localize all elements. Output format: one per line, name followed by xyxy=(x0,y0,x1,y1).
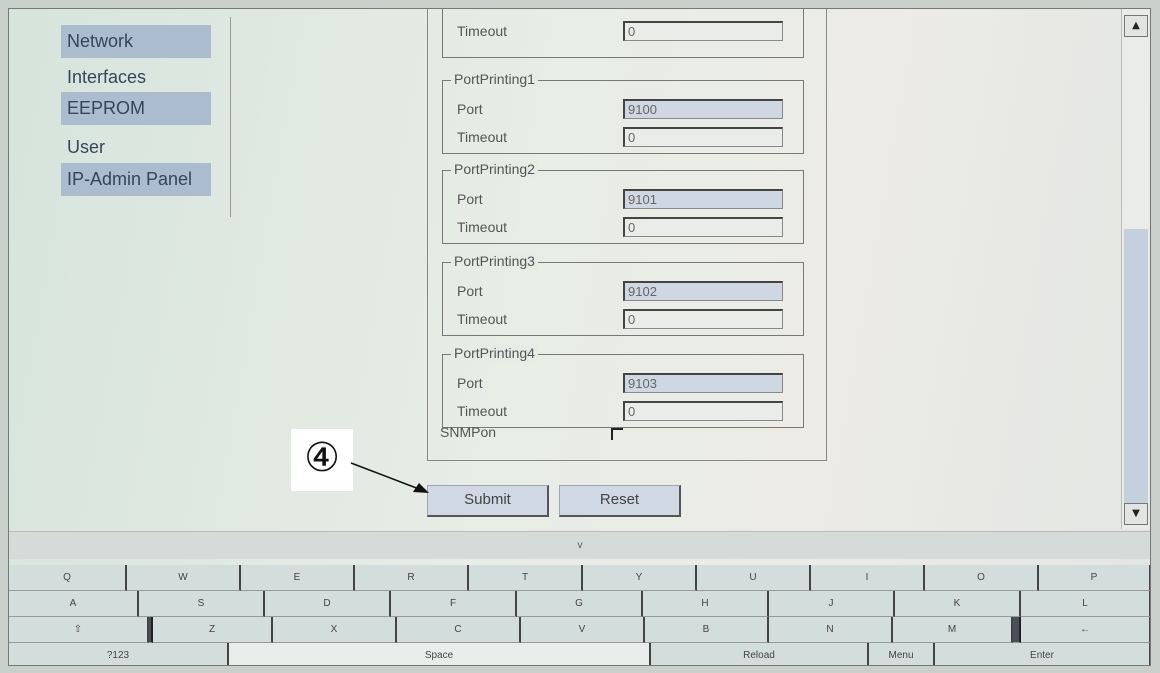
key-d[interactable]: D xyxy=(265,591,391,617)
key-v[interactable]: V xyxy=(521,617,645,643)
key-r[interactable]: R xyxy=(355,565,469,591)
submit-button[interactable]: Submit xyxy=(427,485,549,517)
step-callout: ④ xyxy=(291,429,353,491)
key-menu[interactable]: Menu xyxy=(869,643,935,665)
snmpon-checkbox[interactable] xyxy=(611,428,623,440)
key-n[interactable]: N xyxy=(769,617,893,643)
vertical-scrollbar[interactable]: ▲ ▼ xyxy=(1121,9,1149,529)
fieldset-portprinting3: PortPrinting3 Port 9102 Timeout 0 xyxy=(442,253,804,336)
port-label: Port xyxy=(457,191,483,207)
keyboard-row-2: A S D F G H J K L xyxy=(9,591,1150,617)
timeout-input[interactable]: 0 xyxy=(623,401,783,421)
key-y[interactable]: Y xyxy=(583,565,697,591)
fieldset-portprinting4: PortPrinting4 Port 9103 Timeout 0 xyxy=(442,345,804,428)
sidebar-item-ip-admin-panel[interactable]: IP-Admin Panel xyxy=(61,163,211,196)
timeout-label: Timeout xyxy=(457,403,508,419)
key-reload[interactable]: Reload xyxy=(651,643,869,665)
port-input[interactable]: 9101 xyxy=(623,189,783,209)
sidebar-item-interfaces[interactable]: Interfaces xyxy=(61,61,211,94)
key-s[interactable]: S xyxy=(139,591,265,617)
key-j[interactable]: J xyxy=(769,591,895,617)
key-a[interactable]: A xyxy=(9,591,139,617)
shift-key-icon[interactable]: ⇧ xyxy=(9,617,149,643)
key-e[interactable]: E xyxy=(241,565,355,591)
timeout-input[interactable]: 0 xyxy=(623,217,783,237)
timeout-label: Timeout xyxy=(457,219,508,235)
fieldset-legend: PortPrinting1 xyxy=(451,71,538,87)
key-c[interactable]: C xyxy=(397,617,521,643)
timeout-label: Timeout xyxy=(457,311,508,327)
key-x[interactable]: X xyxy=(273,617,397,643)
key-space[interactable]: Space xyxy=(229,643,651,665)
key-b[interactable]: B xyxy=(645,617,769,643)
sidebar-nav: Network Interfaces EEPROM User IP-Admin … xyxy=(61,17,231,217)
sidebar-item-network[interactable]: Network xyxy=(61,25,211,58)
port-label: Port xyxy=(457,283,483,299)
snmpon-label: SNMPon xyxy=(440,424,497,440)
fieldset-portprinting1: PortPrinting1 Port 9100 Timeout 0 xyxy=(442,71,804,154)
port-label: Port xyxy=(457,375,483,391)
callout-arrow xyxy=(350,462,429,493)
timeout-input[interactable]: 0 xyxy=(623,309,783,329)
fieldset-partial: Timeout 0 xyxy=(442,9,804,58)
timeout-label: Timeout xyxy=(457,23,508,39)
scroll-thumb[interactable] xyxy=(1124,229,1148,509)
port-input[interactable]: 9100 xyxy=(623,99,783,119)
fieldset-legend: PortPrinting3 xyxy=(451,253,538,269)
key-123[interactable]: ?123 xyxy=(9,643,229,665)
keyboard-row-3: ⇧ Z X C V B N M ← xyxy=(9,617,1150,643)
port-input[interactable]: 9103 xyxy=(623,373,783,393)
key-i[interactable]: I xyxy=(811,565,925,591)
scroll-up-icon[interactable]: ▲ xyxy=(1124,15,1148,37)
key-w[interactable]: W xyxy=(127,565,241,591)
browser-screen: Network Interfaces EEPROM User IP-Admin … xyxy=(8,8,1151,666)
timeout-input[interactable]: 0 xyxy=(623,127,783,147)
fieldset-legend: PortPrinting4 xyxy=(451,345,538,361)
fieldset-portprinting2: PortPrinting2 Port 9101 Timeout 0 xyxy=(442,161,804,244)
key-divider xyxy=(1013,617,1021,643)
key-k[interactable]: K xyxy=(895,591,1021,617)
step-number: ④ xyxy=(304,435,340,481)
key-g[interactable]: G xyxy=(517,591,643,617)
port-label: Port xyxy=(457,101,483,117)
sidebar-item-user[interactable]: User xyxy=(61,131,211,164)
backspace-key-icon[interactable]: ← xyxy=(1021,617,1150,643)
keyboard-row-4: ?123 Space Reload Menu Enter xyxy=(9,643,1150,665)
key-f[interactable]: F xyxy=(391,591,517,617)
timeout-label: Timeout xyxy=(457,129,508,145)
timeout-input[interactable]: 0 xyxy=(623,21,783,41)
reset-button[interactable]: Reset xyxy=(559,485,681,517)
keyboard-row-1: Q W E R T Y U I O P xyxy=(9,565,1150,591)
key-o[interactable]: O xyxy=(925,565,1039,591)
key-h[interactable]: H xyxy=(643,591,769,617)
port-input[interactable]: 9102 xyxy=(623,281,783,301)
key-z[interactable]: Z xyxy=(153,617,273,643)
fieldset-legend: PortPrinting2 xyxy=(451,161,538,177)
key-enter[interactable]: Enter xyxy=(935,643,1150,665)
key-u[interactable]: U xyxy=(697,565,811,591)
sidebar-item-eeprom[interactable]: EEPROM xyxy=(61,92,211,125)
key-m[interactable]: M xyxy=(893,617,1013,643)
scroll-down-icon[interactable]: ▼ xyxy=(1124,503,1148,525)
key-q[interactable]: Q xyxy=(9,565,127,591)
key-p[interactable]: P xyxy=(1039,565,1150,591)
key-l[interactable]: L xyxy=(1021,591,1150,617)
keyboard-toggle[interactable]: v xyxy=(9,531,1150,559)
key-t[interactable]: T xyxy=(469,565,583,591)
settings-form: Timeout 0 PortPrinting1 Port 9100 Timeou… xyxy=(427,9,827,461)
